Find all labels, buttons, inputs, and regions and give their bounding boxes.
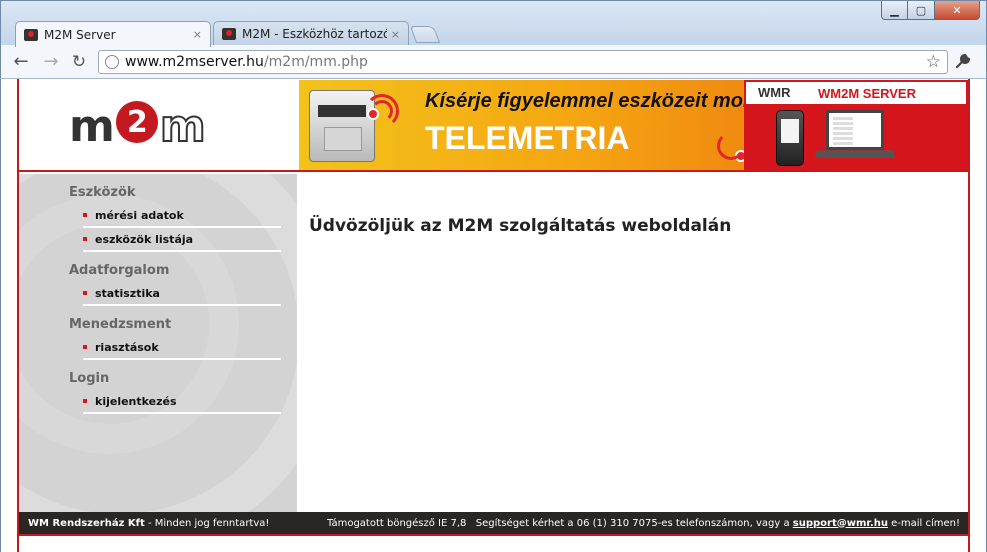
tab-close-icon[interactable]: × — [193, 28, 202, 41]
menu-item-alarms[interactable]: riasztások — [83, 336, 281, 360]
laptop-base — [814, 150, 896, 158]
close-window-button[interactable]: ✕ — [935, 1, 980, 20]
menu-item-logout[interactable]: kijelentkezés — [83, 390, 281, 414]
browser-toolbar: ← → ↻ www.m2mserver.hu/m2m/mm.php ☆ — [0, 45, 987, 79]
menu-item-label: kijelentkezés — [95, 394, 177, 408]
wm2m-server-banner[interactable]: WMR WM2M SERVER — [744, 80, 968, 170]
bookmark-star-icon[interactable]: ☆ — [926, 52, 941, 72]
m2m-logo[interactable]: m 2 m — [69, 100, 207, 153]
menu-item-measurements[interactable]: mérési adatok — [83, 204, 281, 228]
menu-item-label: eszközök listája — [95, 232, 194, 246]
tab-title: M2M - Eszközhöz tartozó ad — [242, 27, 387, 41]
signal-wave-icon — [717, 132, 744, 160]
m2m-favicon-icon — [222, 28, 236, 40]
page-viewport: m 2 m Kísérje figyelemmel eszközeit mobi… — [0, 79, 987, 552]
menu-section-login: Login kijelentkezés — [69, 368, 281, 414]
menu-item-label: statisztika — [95, 286, 160, 300]
url-host: www.m2mserver.hu — [125, 54, 264, 70]
forward-arrow-icon[interactable]: → — [41, 52, 61, 72]
bullet-icon — [83, 399, 87, 403]
menu-heading: Login — [69, 371, 110, 386]
site-footer: WM Rendszerház Kft - Minden jog fenntart… — [19, 512, 968, 534]
footer-help: Segítséget kérhet a 06 (1) 310 7075-es t… — [476, 518, 960, 529]
bullet-icon — [83, 237, 87, 241]
tab-m2m-server[interactable]: M2M Server × — [15, 21, 211, 47]
laptop-image — [826, 110, 884, 150]
sidebar: Eszközök mérési adatok eszközök listája … — [19, 174, 297, 512]
logo-letter: m — [69, 100, 115, 152]
footer-help-text: Segítséget kérhet a 06 (1) 310 7075-es t… — [475, 517, 793, 529]
m2m-favicon-icon — [24, 28, 38, 41]
sidebar-menu: Eszközök mérési adatok eszközök listája … — [69, 182, 281, 418]
window-controls: ▁ ▢ ✕ — [881, 1, 980, 20]
menu-section-traffic: Adatforgalom statisztika — [69, 260, 281, 306]
page-globe-icon — [105, 55, 119, 69]
window-titlebar: ▁ ▢ ✕ M2M Server × M2M - Eszközhöz tarto… — [0, 0, 987, 47]
url-path: /m2m/mm.php — [263, 54, 368, 70]
address-bar[interactable]: www.m2mserver.hu/m2m/mm.php ☆ — [98, 50, 948, 74]
wrench-menu-icon[interactable] — [954, 52, 972, 75]
site-frame: m 2 m Kísérje figyelemmel eszközeit mobi… — [17, 79, 970, 552]
footer-help-suffix: e-mail címen! — [887, 517, 960, 529]
signal-wave-icon — [365, 94, 399, 128]
tab-strip: M2M Server × M2M - Eszközhöz tartozó ad … — [15, 21, 441, 47]
brand-title: WM2M SERVER — [818, 86, 916, 101]
wmr-logo: WMR — [758, 85, 791, 100]
banner-slogan: Kísérje figyelemmel eszközeit mobilon! — [425, 90, 744, 112]
menu-section-devices: Eszközök mérési adatok eszközök listája — [69, 182, 281, 252]
site-header: m 2 m Kísérje figyelemmel eszközeit mobi… — [19, 79, 968, 172]
menu-heading: Menedzsment — [69, 317, 172, 332]
support-email-link[interactable]: support@wmr.hu — [793, 518, 888, 529]
logo-letter: m — [159, 100, 207, 153]
back-arrow-icon[interactable]: ← — [11, 52, 31, 72]
tab-device-data[interactable]: M2M - Eszközhöz tartozó ad × — [213, 21, 409, 46]
footer-copyright: WM Rendszerház Kft - Minden jog fenntart… — [28, 518, 269, 529]
menu-item-statistics[interactable]: statisztika — [83, 282, 281, 306]
main-content: Üdvözöljük az M2M szolgáltatás weboldalá… — [297, 174, 968, 512]
bullet-icon — [83, 213, 87, 217]
telemetria-banner[interactable]: Kísérje figyelemmel eszközeit mobilon! T… — [299, 80, 744, 170]
bullet-icon — [83, 291, 87, 295]
tab-close-icon[interactable]: × — [391, 28, 400, 41]
menu-item-device-list[interactable]: eszközök listája — [83, 228, 281, 252]
menu-heading: Eszközök — [69, 185, 136, 200]
tab-title: M2M Server — [44, 27, 116, 42]
menu-section-management: Menedzsment riasztások — [69, 314, 281, 360]
mobile-phone-image — [776, 110, 804, 166]
brand-strip: WMR WM2M SERVER — [744, 80, 968, 104]
banner-title: TELEMETRIA — [425, 120, 630, 156]
reload-icon[interactable]: ↻ — [69, 52, 89, 72]
footer-company: WM Rendszerház Kft — [28, 517, 145, 529]
bullet-icon — [83, 345, 87, 349]
menu-item-label: riasztások — [95, 340, 159, 354]
footer-rights: - Minden jog fenntartva! — [144, 517, 270, 529]
new-tab-button[interactable] — [409, 26, 441, 43]
electric-meter-image — [309, 90, 375, 162]
minimize-button[interactable]: ▁ — [881, 1, 908, 20]
page-title: Üdvözöljük az M2M szolgáltatás weboldalá… — [309, 216, 732, 236]
footer-divider — [19, 534, 968, 536]
maximize-button[interactable]: ▢ — [908, 1, 935, 20]
logo-number: 2 — [115, 101, 158, 143]
footer-browser-support: Támogatott böngésző IE 7,8 — [327, 517, 467, 529]
menu-item-label: mérési adatok — [95, 208, 184, 222]
menu-heading: Adatforgalom — [69, 263, 170, 278]
